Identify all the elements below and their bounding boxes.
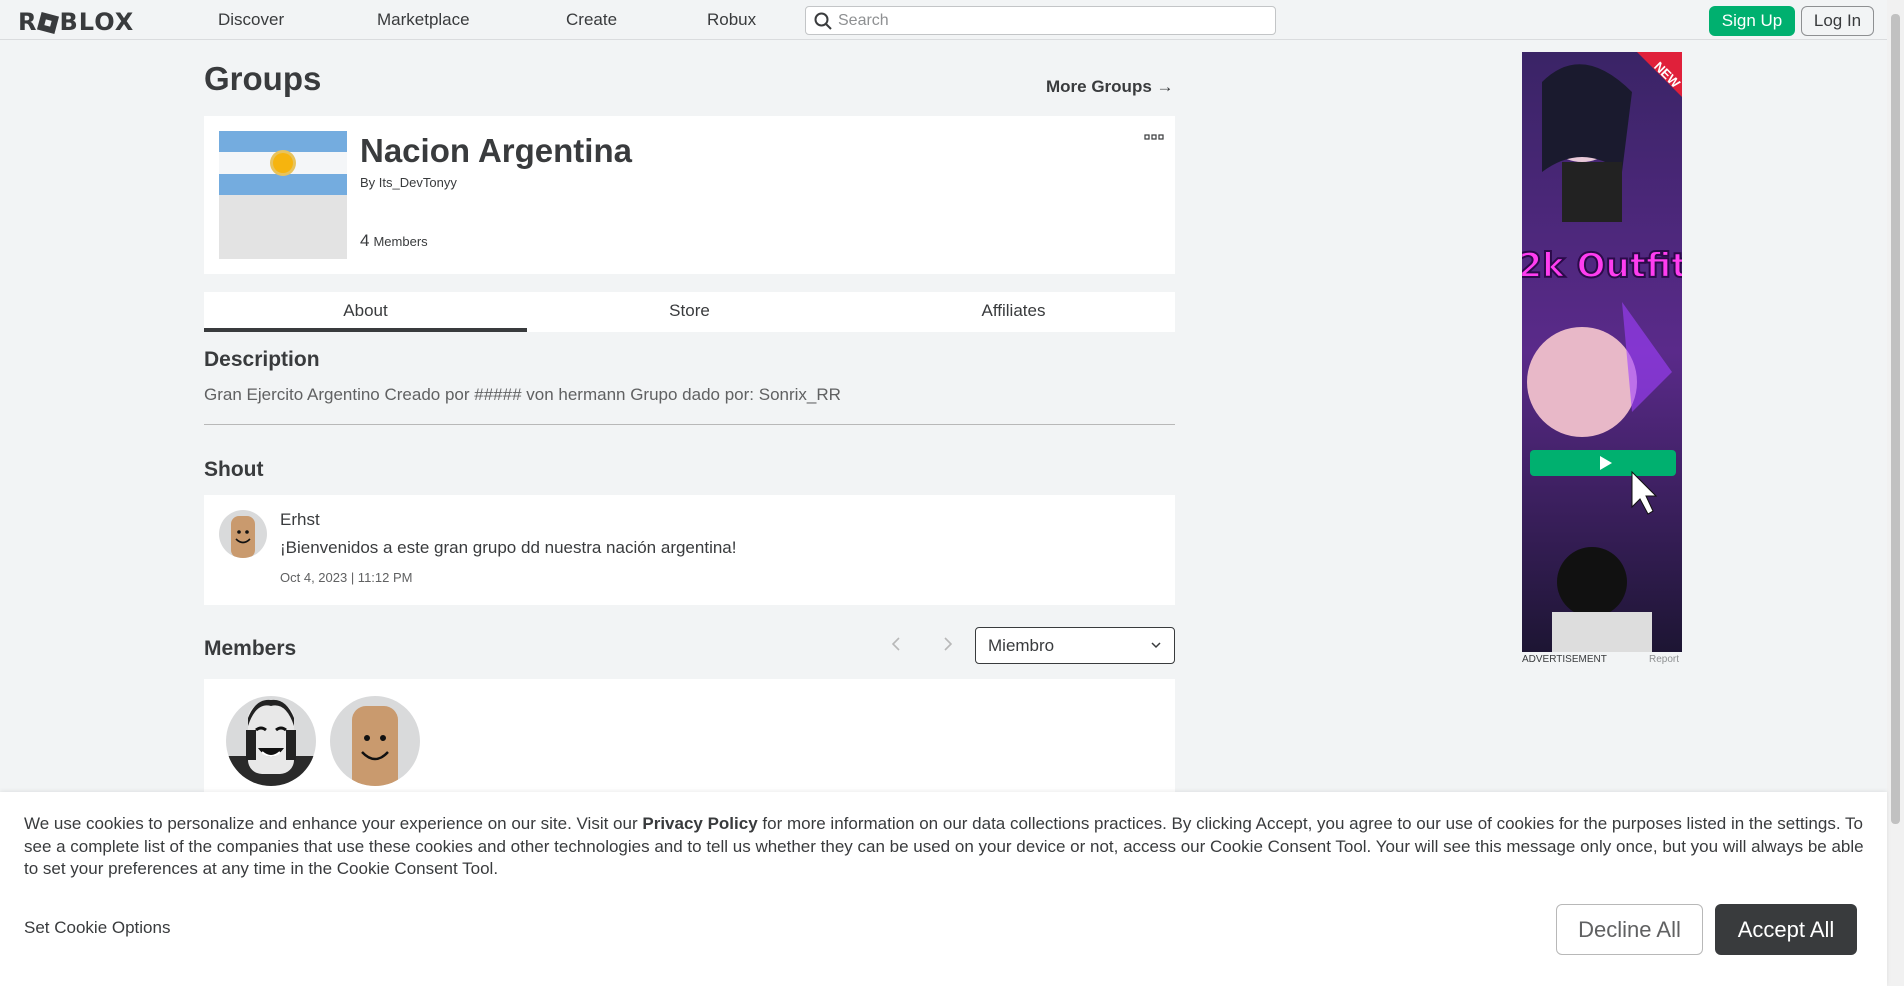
group-owner: By Its_DevTonyy (360, 175, 457, 190)
search-input[interactable] (838, 9, 1268, 32)
member-count-value: 4 (360, 231, 370, 250)
cookie-message: We use cookies to personalize and enhanc… (24, 813, 1874, 881)
description-text: Gran Ejercito Argentino Creado por #####… (204, 385, 841, 404)
set-cookie-options-link[interactable]: Set Cookie Options (24, 918, 170, 938)
chevron-down-icon (1151, 642, 1161, 649)
sun-icon (273, 153, 293, 173)
shout-title: Shout (204, 458, 264, 481)
owner-link[interactable]: Its_DevTonyy (379, 175, 457, 190)
divider (204, 424, 1175, 425)
scrollbar-thumb[interactable] (1891, 14, 1900, 824)
more-options-icon[interactable] (1144, 132, 1164, 142)
sign-up-button[interactable]: Sign Up (1709, 6, 1795, 36)
shout-timestamp: Oct 4, 2023 | 11:12 PM (280, 570, 413, 585)
group-header-card: Nacion Argentina By Its_DevTonyy 4 Member… (204, 116, 1175, 274)
tab-store[interactable]: Store (528, 292, 851, 332)
members-card (204, 679, 1175, 799)
chevron-left-icon[interactable] (888, 634, 904, 654)
cookie-consent-banner: We use cookies to personalize and enhanc… (0, 792, 1887, 986)
search-box[interactable] (805, 6, 1276, 35)
nav-discover[interactable]: Discover (218, 10, 284, 30)
avatar[interactable] (226, 696, 316, 786)
nav-robux[interactable]: Robux (707, 10, 756, 30)
shout-username[interactable]: Erhst (280, 510, 320, 530)
nav-create[interactable]: Create (566, 10, 617, 30)
ad-report-link[interactable]: Report (1649, 654, 1679, 665)
shout-card: Erhst ¡Bienvenidos a este gran grupo dd … (204, 495, 1175, 605)
search-icon (814, 12, 832, 30)
advertisement-banner[interactable]: NEW y2k Outfits (1522, 52, 1682, 652)
decline-all-button[interactable]: Decline All (1556, 904, 1703, 955)
avatar-face-icon (352, 706, 398, 786)
advertisement-label: ADVERTISEMENT (1522, 654, 1607, 665)
avatar-face-icon (231, 516, 255, 558)
tab-affiliates[interactable]: Affiliates (852, 292, 1175, 332)
ad-headline: y2k Outfits (1522, 246, 1682, 286)
member-count-label: Members (373, 234, 428, 249)
role-dropdown-value: Miembro (988, 636, 1055, 655)
description-title: Description (204, 348, 320, 371)
role-dropdown[interactable]: Miembro (975, 627, 1175, 664)
log-in-button[interactable]: Log In (1801, 6, 1874, 36)
vertical-scrollbar[interactable] (1887, 0, 1904, 986)
group-name: Nacion Argentina (360, 132, 632, 169)
avatar[interactable] (330, 696, 420, 786)
top-navigation-bar: R BLOX Discover Marketplace Create Robux … (0, 0, 1904, 40)
page-title: Groups (204, 60, 322, 97)
privacy-policy-link[interactable]: Privacy Policy (642, 814, 757, 833)
shout-message: ¡Bienvenidos a este gran grupo dd nuestr… (280, 538, 737, 557)
cookie-text-before: We use cookies to personalize and enhanc… (24, 814, 643, 833)
by-label: By (360, 175, 376, 190)
nav-marketplace[interactable]: Marketplace (377, 10, 470, 30)
roblox-logo[interactable]: R BLOX (18, 8, 134, 36)
ad-artwork: NEW y2k Outfits (1522, 52, 1682, 652)
accept-all-button[interactable]: Accept All (1715, 904, 1857, 955)
more-groups-link[interactable]: More Groups → (1046, 77, 1174, 97)
members-title: Members (204, 637, 297, 660)
avatar-masked-icon (226, 699, 316, 786)
tab-about[interactable]: About (204, 292, 527, 332)
member-count: 4 Members (360, 231, 428, 251)
avatar[interactable] (219, 510, 267, 558)
chevron-right-icon[interactable] (940, 634, 956, 654)
group-tabs: About Store Affiliates (204, 292, 1175, 332)
group-emblem (219, 131, 347, 259)
